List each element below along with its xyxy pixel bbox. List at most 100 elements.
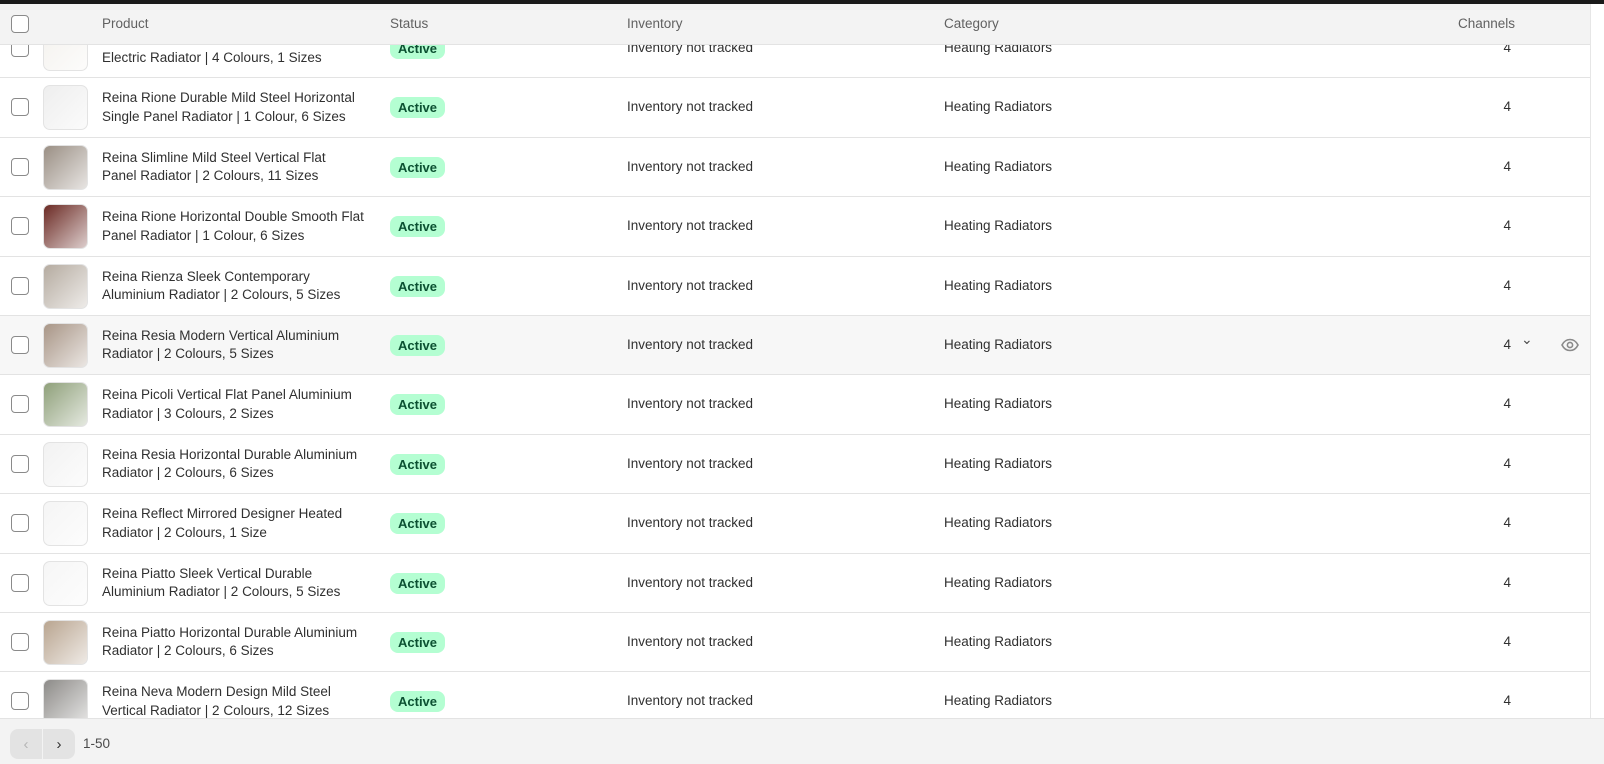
row-checkbox[interactable] [11, 632, 29, 651]
next-page-button[interactable]: › [43, 729, 75, 759]
product-name[interactable]: Reina Resia Modern Vertical Aluminium Rad… [102, 327, 382, 364]
table-header: Product Status Inventory Category Channe… [0, 4, 1590, 45]
channels-count: 4 [1503, 277, 1511, 293]
pagination-footer: ‹ › 1-50 [0, 718, 1604, 764]
category-text: Heating Radiators [944, 396, 1053, 412]
table-row[interactable]: Reina Piatto Horizontal Durable Aluminiu… [0, 612, 1590, 673]
product-name[interactable]: Reina Slimline Mild Steel Vertical Flat P… [102, 149, 382, 186]
inventory-text: Inventory not tracked [627, 277, 754, 293]
table-row[interactable]: Reina Resia Horizontal Durable Aluminium… [0, 434, 1590, 495]
product-name-line1: Reina Resia Horizontal Durable Aluminium [102, 446, 358, 462]
row-checkbox[interactable] [11, 692, 29, 711]
product-name-line2: Radiator | 2 Colours, 6 Sizes [102, 643, 274, 659]
channels-count: 4 [1503, 396, 1511, 412]
status-badge: Active [390, 334, 446, 356]
product-name[interactable]: Reina Neva Modern Design Mild Steel Verti… [102, 683, 382, 718]
inventory-text: Inventory not tracked [627, 515, 754, 531]
table-row[interactable]: Reina Neva Modern Design Mild Steel Verti… [0, 672, 1590, 718]
product-name[interactable]: Reina Reflect Mirrored Designer Heated Ra… [102, 505, 382, 542]
product-name-line1: Reina Rione Durable Mild Steel Horizonta… [102, 90, 355, 106]
chevron-right-icon: › [56, 735, 62, 753]
product-name-line2: Single Panel Radiator | 1 Colour, 6 Size… [102, 108, 346, 124]
scrollbar[interactable] [1590, 4, 1604, 718]
product-thumbnail [43, 85, 88, 131]
category-text: Heating Radiators [944, 277, 1053, 293]
product-name[interactable]: Reina Piatto Horizontal Durable Aluminiu… [102, 624, 382, 661]
product-thumbnail [43, 679, 88, 718]
row-checkbox[interactable] [11, 395, 29, 414]
inventory-text: Inventory not tracked [627, 693, 754, 709]
column-category[interactable]: Category [944, 16, 999, 31]
table-row[interactable]: Reina Picoli Vertical Flat Panel Alumini… [0, 375, 1590, 435]
product-name[interactable]: Reina Rione Durable Mild Steel Horizonta… [102, 89, 382, 126]
table-row[interactable]: Reina Rione Horizontal Double Smooth Fla… [0, 197, 1590, 257]
status-badge: Active [390, 156, 446, 178]
product-name-line2: Aluminium Radiator | 2 Colours, 5 Sizes [102, 287, 341, 303]
product-name-line1: Reina Piatto Horizontal Durable Aluminiu… [102, 624, 358, 640]
product-name-line2: Radiator | 2 Colours, 6 Sizes [102, 465, 274, 481]
category-text: Heating Radiators [944, 218, 1053, 234]
product-name[interactable]: Reina Rienza Sleek Contemporary Aluminium… [102, 268, 382, 305]
inventory-text: Inventory not tracked [627, 455, 754, 471]
product-name-line1: Reina Resia Modern Vertical Aluminium [102, 327, 340, 343]
column-inventory[interactable]: Inventory [627, 16, 683, 31]
row-checkbox[interactable] [11, 573, 29, 592]
column-channels[interactable]: Channels [1458, 16, 1515, 31]
channels-count[interactable]: 4 [1503, 337, 1511, 352]
status-badge: Active [390, 513, 446, 535]
category-text: Heating Radiators [944, 45, 1053, 55]
table-row[interactable]: Reina Electric Towel RailElectric Radiat… [0, 45, 1590, 79]
product-name[interactable]: Reina Piatto Sleek Vertical Durable Alumi… [102, 565, 382, 602]
product-thumbnail [43, 45, 88, 71]
product-thumbnail [43, 263, 88, 309]
product-name-line2: Panel Radiator | 2 Colours, 11 Sizes [102, 168, 319, 184]
status-badge: Active [390, 394, 446, 416]
product-name[interactable]: Reina Resia Horizontal Durable Aluminium… [102, 446, 382, 483]
inventory-text: Inventory not tracked [627, 99, 754, 115]
channels-count: 4 [1503, 158, 1511, 174]
column-status[interactable]: Status [390, 16, 428, 31]
table-row[interactable]: Reina Resia Modern Vertical Aluminium Rad… [0, 315, 1590, 376]
product-name[interactable]: Reina Rione Horizontal Double Smooth Fla… [102, 208, 382, 245]
status-badge: Active [390, 45, 446, 59]
product-thumbnail [43, 382, 88, 428]
category-text: Heating Radiators [944, 158, 1053, 174]
channels-count: 4 [1503, 574, 1511, 590]
product-name[interactable]: Reina Picoli Vertical Flat Panel Alumini… [102, 386, 382, 423]
product-name-line1: Reina Piatto Sleek Vertical Durable [102, 565, 313, 581]
select-all-checkbox[interactable] [11, 15, 29, 33]
channels-count: 4 [1503, 99, 1511, 115]
product-name-line1: Reina Rienza Sleek Contemporary [102, 268, 310, 284]
inventory-text: Inventory not tracked [627, 633, 754, 649]
chevron-down-icon[interactable]: ⌄ [1521, 331, 1533, 348]
row-checkbox[interactable] [11, 217, 29, 236]
product-name-line2: Radiator | 2 Colours, 1 Size [102, 524, 267, 540]
table-row[interactable]: Reina Rione Durable Mild Steel Horizonta… [0, 78, 1590, 138]
inventory-text: Inventory not tracked [627, 158, 754, 174]
product-thumbnail [43, 322, 88, 368]
column-product[interactable]: Product [102, 16, 149, 31]
inventory-text: Inventory not tracked [627, 574, 754, 590]
category-text: Heating Radiators [944, 336, 1053, 352]
row-checkbox[interactable] [11, 98, 29, 117]
category-text: Heating Radiators [944, 99, 1053, 115]
product-name-line1: Reina Slimline Mild Steel Vertical Flat [102, 149, 326, 165]
row-checkbox[interactable] [11, 454, 29, 473]
row-checkbox[interactable] [11, 335, 29, 354]
table-row[interactable]: Reina Rienza Sleek Contemporary Aluminium… [0, 256, 1590, 316]
category-text: Heating Radiators [944, 633, 1053, 649]
prev-page-button[interactable]: ‹ [10, 729, 42, 759]
table-row[interactable]: Reina Slimline Mild Steel Vertical Flat P… [0, 137, 1590, 198]
channels-count: 4 [1503, 693, 1511, 709]
status-badge: Active [390, 97, 446, 119]
table-row[interactable]: Reina Reflect Mirrored Designer Heated Ra… [0, 494, 1590, 554]
status-badge: Active [390, 453, 446, 475]
row-checkbox[interactable] [11, 514, 29, 533]
row-checkbox[interactable] [11, 45, 29, 57]
row-checkbox[interactable] [11, 276, 29, 295]
row-checkbox[interactable] [11, 157, 29, 176]
eye-icon[interactable] [1561, 338, 1579, 355]
product-name[interactable]: Reina Electric Towel RailElectric Radiat… [102, 45, 382, 67]
table-row[interactable]: Reina Piatto Sleek Vertical Durable Alumi… [0, 553, 1590, 613]
channels-count: 4 [1503, 45, 1511, 55]
